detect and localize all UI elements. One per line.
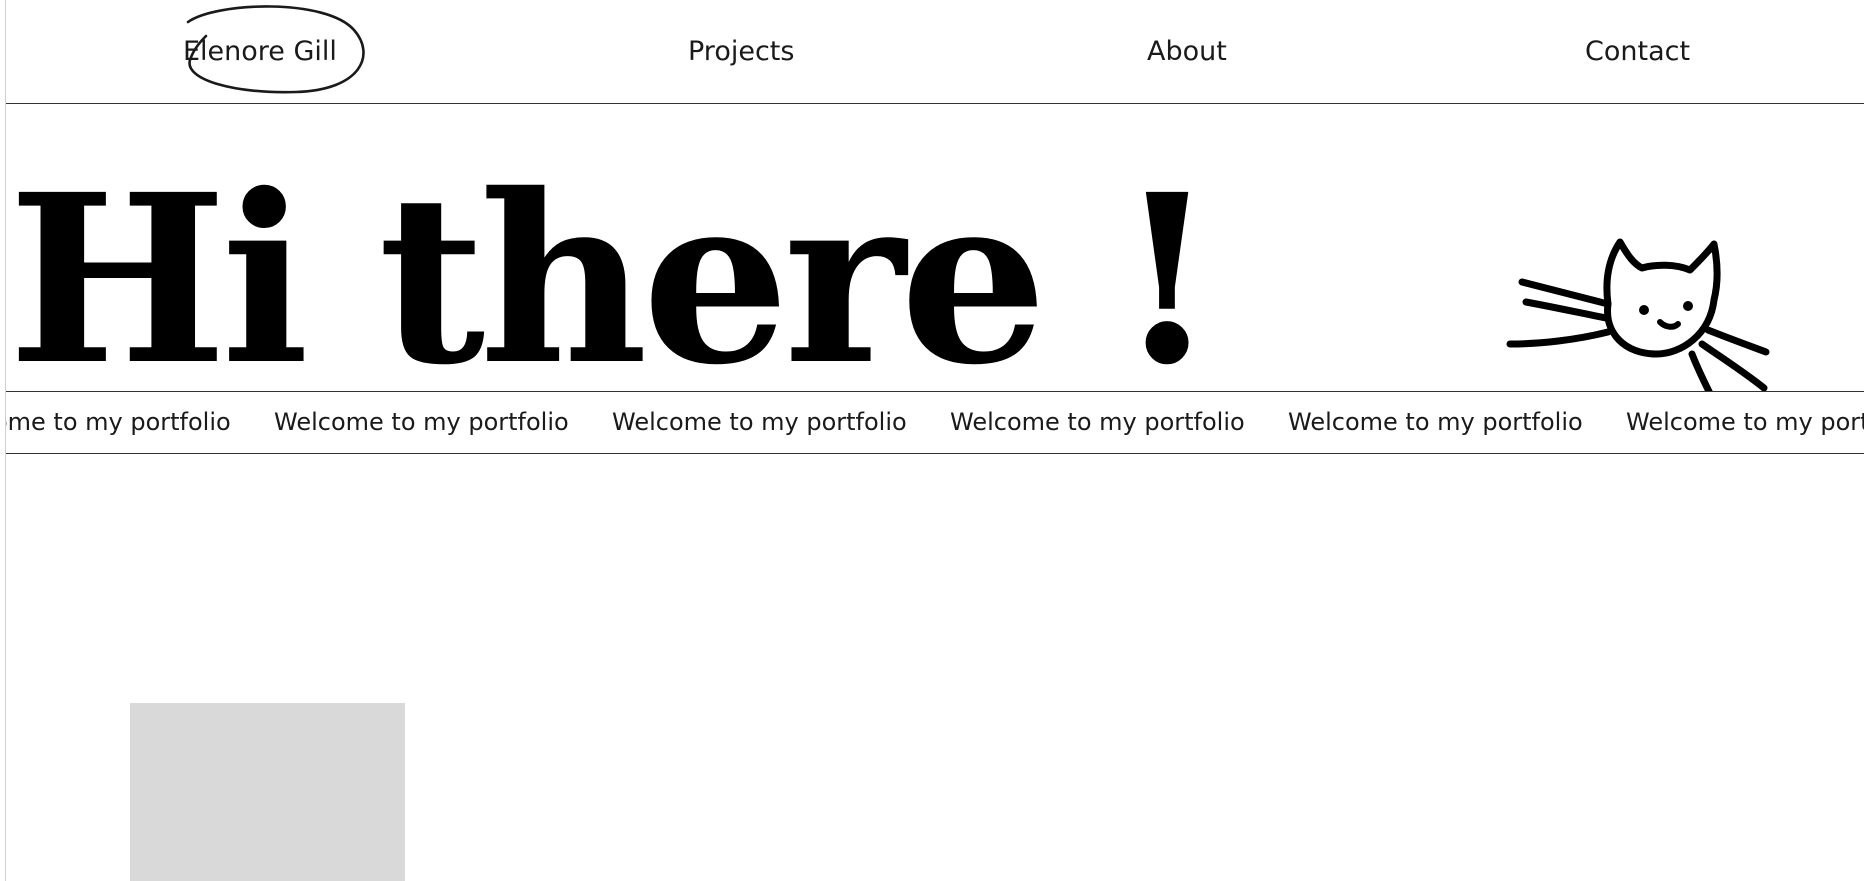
nav-link-projects[interactable]: Projects xyxy=(688,34,794,70)
portfolio-page: Elenore Gill Projects About Contact Hi t… xyxy=(0,0,1864,881)
marquee-item: Welcome to my portfolio xyxy=(1288,408,1583,436)
marquee-track: Welcome to my portfolio Welcome to my por… xyxy=(6,392,1864,453)
nav-link-about[interactable]: About xyxy=(1147,34,1227,70)
welcome-marquee: Welcome to my portfolio Welcome to my por… xyxy=(6,391,1864,454)
hero-section: Hi there ! xyxy=(6,104,1864,391)
marquee-item: Welcome to my portfolio xyxy=(1626,408,1864,436)
image-placeholder xyxy=(130,703,405,881)
nav-link-contact[interactable]: Contact xyxy=(1585,34,1690,70)
cat-doodle-icon xyxy=(1506,238,1770,391)
hero-title: Hi there ! xyxy=(8,143,1206,368)
hero-title-clip: Hi there ! xyxy=(6,104,1206,368)
marquee-item: Welcome to my portfolio xyxy=(6,408,231,436)
marquee-item: Welcome to my portfolio xyxy=(612,408,907,436)
brand-link[interactable]: Elenore Gill xyxy=(183,34,337,70)
top-navigation: Elenore Gill Projects About Contact xyxy=(6,0,1864,104)
marquee-item: Welcome to my portfolio xyxy=(274,408,569,436)
marquee-item: Welcome to my portfolio xyxy=(950,408,1245,436)
